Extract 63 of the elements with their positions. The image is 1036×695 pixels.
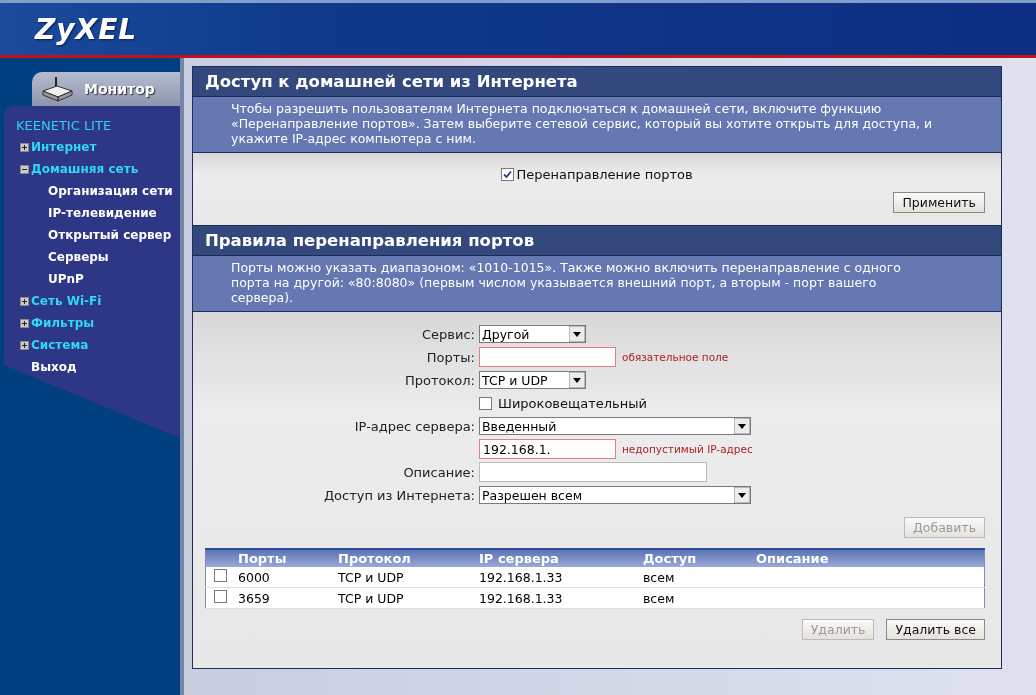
model-name: KEENETIC LITE [16, 118, 113, 133]
dropdown[interactable]: TCP и UDP [479, 371, 586, 389]
column-header: IP сервера [479, 549, 643, 567]
table-cell: всем [643, 567, 756, 588]
dropdown-arrow-icon [569, 372, 585, 388]
field-label: Протокол: [404, 372, 475, 388]
router-icon [40, 75, 74, 103]
error-message: недопустимый IP-адрес [622, 443, 753, 455]
input-field[interactable]: 192.168.1. [479, 439, 616, 459]
apply-button[interactable]: Применить [893, 192, 985, 213]
dropdown-arrow-icon [734, 487, 750, 503]
menu-item[interactable]: Система [31, 338, 89, 352]
expand-icon[interactable] [20, 318, 29, 328]
checkbox[interactable] [501, 168, 515, 181]
logo: ZyXEL [35, 12, 138, 46]
input-field[interactable] [479, 462, 707, 482]
section-title: Доступ к домашней сети из Интернета [193, 67, 1001, 97]
field-label: Порты: [425, 349, 475, 365]
table-cell: всем [643, 587, 756, 609]
table-cell: TCP и UDP [338, 587, 479, 609]
menu-item[interactable]: Сеть Wi-Fi [31, 294, 102, 308]
menu-item[interactable]: Интернет [31, 140, 97, 154]
submenu-item[interactable]: Открытый сервер [48, 228, 172, 242]
section-title: Правила перенаправления портов [193, 225, 1001, 256]
field-label: IP-адрес сервера: [353, 418, 475, 434]
submenu-item[interactable]: IP-телевидение [48, 206, 157, 220]
field-label: Сервис: [421, 326, 475, 342]
error-message: обязательное поле [622, 351, 729, 363]
submenu-item[interactable]: UPnP [48, 272, 84, 286]
submenu-item[interactable]: Серверы [48, 250, 109, 264]
row-checkbox[interactable] [214, 590, 227, 603]
column-header: Описание [756, 549, 985, 567]
delete-all-button[interactable]: Удалить все [886, 619, 985, 640]
submenu-item[interactable]: Организация сети [48, 184, 173, 198]
expand-icon[interactable] [20, 142, 29, 152]
column-header: Доступ [643, 549, 756, 567]
field-label: Доступ из Интернета: [322, 487, 475, 503]
dropdown-arrow-icon [734, 418, 750, 434]
table-cell: 6000 [238, 567, 338, 588]
dropdown[interactable]: Введенный [479, 417, 751, 435]
checkbox[interactable] [479, 396, 492, 410]
column-header: Порты [238, 549, 338, 567]
section-description: Чтобы разрешить пользователям Интернета подключаться к домашней сети, включите функцию «Перенаправление портов». Затем выберите сетевой сервис, который вы хотите открыть для доступа, и укажите IP-адрес компьютера с ним. [193, 97, 1001, 153]
checkbox-label: Перенаправление портов [516, 167, 693, 182]
column-header: Протокол [338, 549, 479, 567]
input-field[interactable] [479, 347, 616, 367]
collapse-icon[interactable] [20, 164, 29, 174]
dropdown[interactable]: Другой [479, 325, 586, 343]
dropdown-arrow-icon [569, 326, 585, 342]
table-cell: 3659 [238, 587, 338, 609]
table-cell: 192.168.1.33 [479, 567, 643, 588]
expand-icon[interactable] [20, 340, 29, 350]
row-checkbox[interactable] [214, 569, 227, 582]
expand-icon[interactable] [20, 296, 29, 306]
dropdown[interactable]: Разрешен всем [479, 486, 751, 504]
section-description: Порты можно указать диапазоном: «1010-1015». Также можно включить перенаправление с одного порта на другой: «80:8080» (первым числом указывается внешний порт, а вторым - порт вашего сервера). [193, 256, 1001, 312]
menu-item[interactable]: Выход [31, 360, 77, 374]
table-cell: 192.168.1.33 [479, 587, 643, 609]
checkbox-label: Широковещательный [498, 395, 647, 411]
menu-item[interactable]: Фильтры [31, 316, 95, 330]
table-cell: TCP и UDP [338, 567, 479, 588]
field-label: Описание: [402, 464, 475, 480]
menu-item[interactable]: Домашняя сеть [31, 162, 139, 176]
